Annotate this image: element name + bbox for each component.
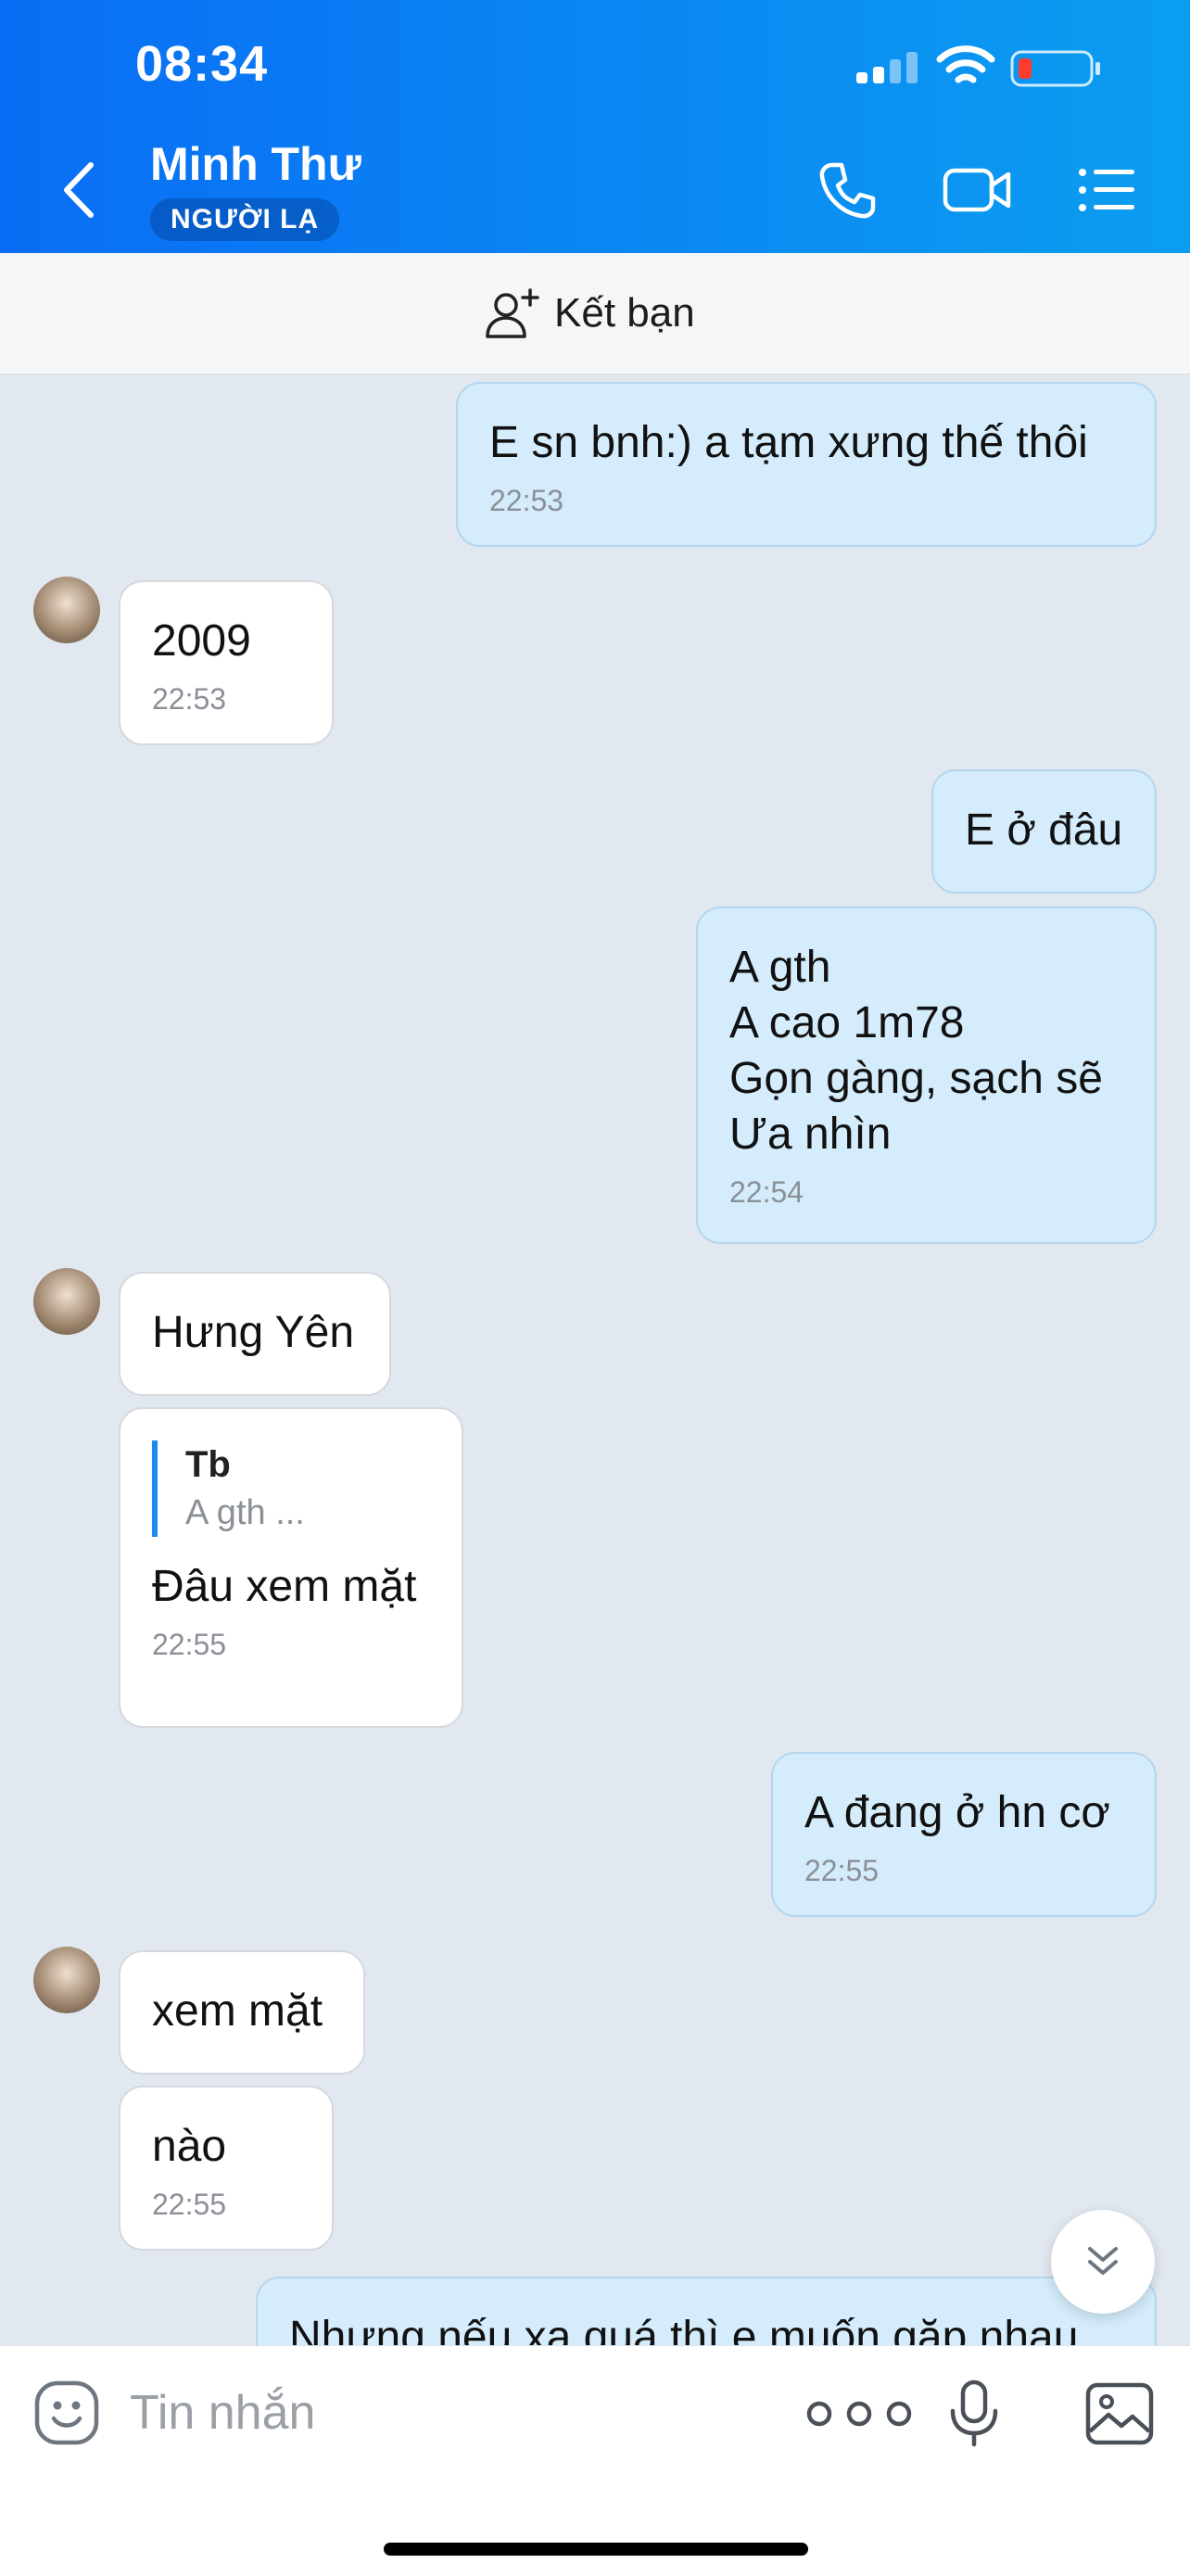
status-time: 08:34	[135, 36, 269, 92]
message-text: 2009	[152, 616, 251, 666]
double-chevron-down-icon	[1088, 2247, 1118, 2275]
contact-name[interactable]: Minh Thư	[150, 137, 361, 191]
message-bubble-sent[interactable]: Nhưng nếu xa quá thì e muốn gặp nhau	[256, 2277, 1157, 2345]
message-time: 22:55	[152, 1628, 227, 1661]
message-bubble-received[interactable]: nào 22:55	[119, 2086, 334, 2251]
message-composer: Tin nhắn	[0, 2345, 1190, 2576]
message-time: 22:54	[729, 1175, 804, 1209]
message-bubble-sent[interactable]: E sn bnh:) a tạm xưng thế thôi 22:53	[456, 382, 1157, 547]
message-bubble-received[interactable]: Hưng Yên	[119, 1272, 391, 1396]
message-text: A cao 1m78	[729, 998, 965, 1047]
message-text: A gth	[729, 943, 831, 992]
message-bubble-received-reply[interactable]: Tb A gth ... Đâu xem mặt 22:55	[119, 1407, 463, 1728]
message-input[interactable]: Tin nhắn	[130, 2385, 315, 2441]
message-bubble-received[interactable]: 2009 22:53	[119, 580, 334, 745]
quoted-text: A gth ...	[185, 1493, 305, 1532]
phone-icon[interactable]	[816, 158, 880, 222]
message-text: Ưa nhìn	[729, 1110, 892, 1159]
sticker-icon[interactable]	[33, 2379, 100, 2446]
wifi-icon	[936, 45, 995, 83]
microphone-icon[interactable]	[947, 2379, 1001, 2448]
message-bubble-received[interactable]: xem mặt	[119, 1950, 365, 2075]
message-time: 22:53	[489, 484, 564, 517]
cellular-signal-icon	[856, 52, 918, 83]
chat-header: 08:34 Minh Thư NGƯỜI LẠ	[0, 0, 1190, 253]
add-friend-bar[interactable]: Kết bạn	[0, 253, 1190, 374]
message-bubble-sent[interactable]: A đang ở hn cơ 22:55	[771, 1752, 1157, 1917]
add-friend-label[interactable]: Kết bạn	[554, 290, 695, 336]
message-time: 22:55	[152, 2188, 227, 2221]
message-time: 22:53	[152, 682, 227, 716]
back-chevron-icon[interactable]	[56, 158, 102, 222]
message-text: A đang ở hn cơ	[804, 1788, 1110, 1837]
more-dots-icon[interactable]	[799, 2391, 919, 2437]
message-text: nào	[152, 2122, 227, 2171]
quoted-title: Tb	[185, 1444, 231, 1485]
message-list[interactable]: E sn bnh:) a tạm xưng thế thôi 22:53 200…	[0, 374, 1190, 2345]
message-text: Đâu xem mặt	[152, 1562, 417, 1611]
video-camera-icon[interactable]	[942, 158, 1014, 222]
message-text: xem mặt	[152, 1986, 323, 2036]
message-text: Hưng Yên	[152, 1308, 355, 1357]
message-text: E sn bnh:) a tạm xưng thế thôi	[489, 418, 1088, 467]
scroll-to-bottom-button[interactable]	[1051, 2210, 1155, 2314]
message-text: Nhưng nếu xa quá thì e muốn gặp nhau	[289, 2313, 1079, 2345]
contact-avatar[interactable]	[33, 577, 100, 643]
message-text: Gọn gàng, sạch sẽ	[729, 1054, 1103, 1103]
home-indicator	[384, 2543, 808, 2556]
contact-avatar[interactable]	[33, 1947, 100, 2013]
battery-icon	[1010, 50, 1100, 87]
message-bubble-sent[interactable]: E ở đâu	[931, 769, 1157, 894]
quoted-message[interactable]: Tb A gth ...	[152, 1440, 430, 1537]
message-time: 22:55	[804, 1854, 880, 1887]
image-icon[interactable]	[1084, 2381, 1155, 2446]
contact-avatar[interactable]	[33, 1268, 100, 1335]
list-menu-icon[interactable]	[1075, 158, 1140, 222]
message-bubble-sent[interactable]: A gth A cao 1m78 Gọn gàng, sạch sẽ Ưa nh…	[696, 907, 1157, 1244]
add-person-icon	[486, 288, 539, 338]
message-text: E ở đâu	[965, 806, 1123, 855]
stranger-badge: NGƯỜI LẠ	[150, 198, 340, 241]
